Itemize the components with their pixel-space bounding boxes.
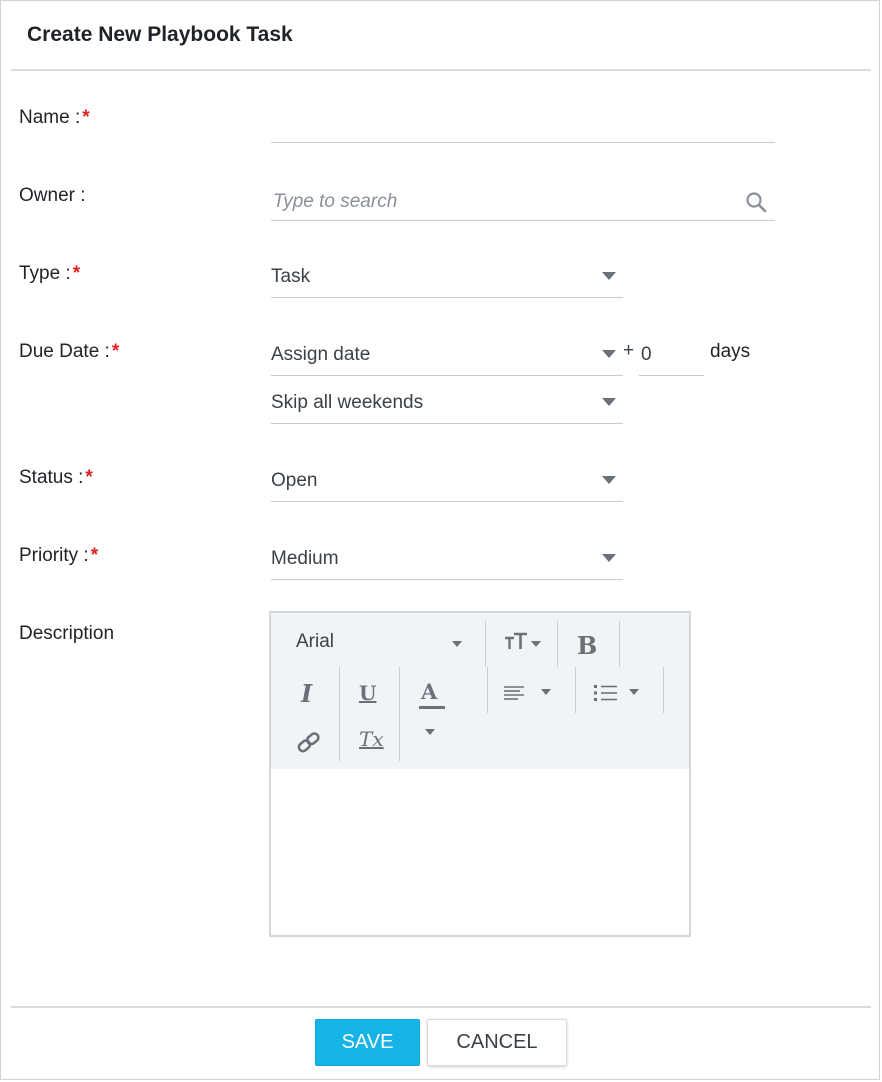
font-color-button[interactable]: A	[419, 679, 449, 709]
priority-label: Priority : *	[19, 545, 99, 566]
underline-button[interactable]: U	[359, 681, 376, 705]
description-label: Description	[19, 623, 115, 644]
description-content-area[interactable]	[271, 769, 689, 935]
create-task-dialog: Create New Playbook Task Name : * Owner :…	[0, 0, 880, 1080]
toolbar-divider	[399, 667, 400, 713]
toolbar-divider	[557, 621, 558, 667]
dialog-title: Create New Playbook Task	[27, 23, 293, 46]
font-size-button[interactable]	[497, 629, 547, 659]
type-select[interactable]: Task	[271, 258, 623, 298]
save-button[interactable]: SAVE	[315, 1019, 420, 1066]
status-select[interactable]: Open	[271, 462, 623, 502]
due-offset-input[interactable]: 0	[639, 336, 704, 376]
font-family-select[interactable]: Arial	[271, 613, 485, 665]
toolbar-divider	[399, 713, 400, 761]
required-marker: *	[85, 467, 93, 488]
toolbar-divider	[485, 621, 486, 667]
required-marker: *	[90, 545, 99, 566]
required-marker: *	[111, 341, 120, 362]
name-input[interactable]	[271, 103, 775, 143]
toolbar-divider	[339, 667, 340, 713]
chevron-down-icon	[629, 689, 639, 695]
chevron-down-icon	[602, 350, 616, 358]
owner-placeholder: Type to search	[273, 191, 398, 212]
owner-label: Owner :	[19, 185, 86, 206]
description-editor: Arial B I U A Tx	[269, 611, 691, 937]
clear-format-button[interactable]: Tx	[359, 727, 389, 757]
status-label: Status : *	[19, 467, 93, 488]
list-button[interactable]	[593, 683, 649, 705]
toolbar-divider	[487, 667, 488, 713]
chevron-down-icon	[452, 641, 462, 647]
chevron-down-icon	[602, 398, 616, 406]
toolbar-divider	[663, 667, 664, 713]
required-marker: *	[82, 107, 90, 128]
bullet-list-icon	[594, 685, 617, 701]
bold-button[interactable]: B	[577, 631, 597, 660]
align-left-icon	[504, 686, 524, 700]
align-button[interactable]	[503, 683, 559, 705]
link-icon	[297, 732, 320, 753]
toolbar-divider	[339, 713, 340, 761]
footer-divider	[11, 1006, 871, 1008]
chevron-down-icon	[602, 272, 616, 280]
chevron-down-icon	[541, 689, 551, 695]
required-marker: *	[72, 263, 81, 284]
due-date-label: Due Date : *	[19, 341, 120, 362]
toolbar-divider	[575, 667, 576, 713]
chevron-down-icon[interactable]	[425, 729, 435, 735]
text-size-icon	[505, 632, 527, 649]
italic-button[interactable]: I	[301, 679, 312, 708]
name-label: Name : *	[19, 107, 90, 128]
due-date-select[interactable]: Assign date	[271, 336, 623, 376]
priority-select[interactable]: Medium	[271, 540, 623, 580]
link-button[interactable]	[295, 729, 323, 755]
header-divider	[11, 69, 871, 71]
type-label: Type : *	[19, 263, 81, 284]
chevron-down-icon	[602, 476, 616, 484]
days-label: days	[710, 341, 751, 362]
plus-sign: +	[623, 340, 635, 361]
search-icon[interactable]	[745, 191, 767, 213]
chevron-down-icon	[602, 554, 616, 562]
weekend-rule-select[interactable]: Skip all weekends	[271, 384, 623, 424]
chevron-down-icon	[531, 641, 541, 647]
editor-toolbar: Arial B I U A Tx	[271, 613, 689, 769]
cancel-button[interactable]: CANCEL	[427, 1019, 567, 1066]
toolbar-divider	[619, 621, 620, 667]
owner-search-input[interactable]: Type to search	[271, 181, 775, 221]
